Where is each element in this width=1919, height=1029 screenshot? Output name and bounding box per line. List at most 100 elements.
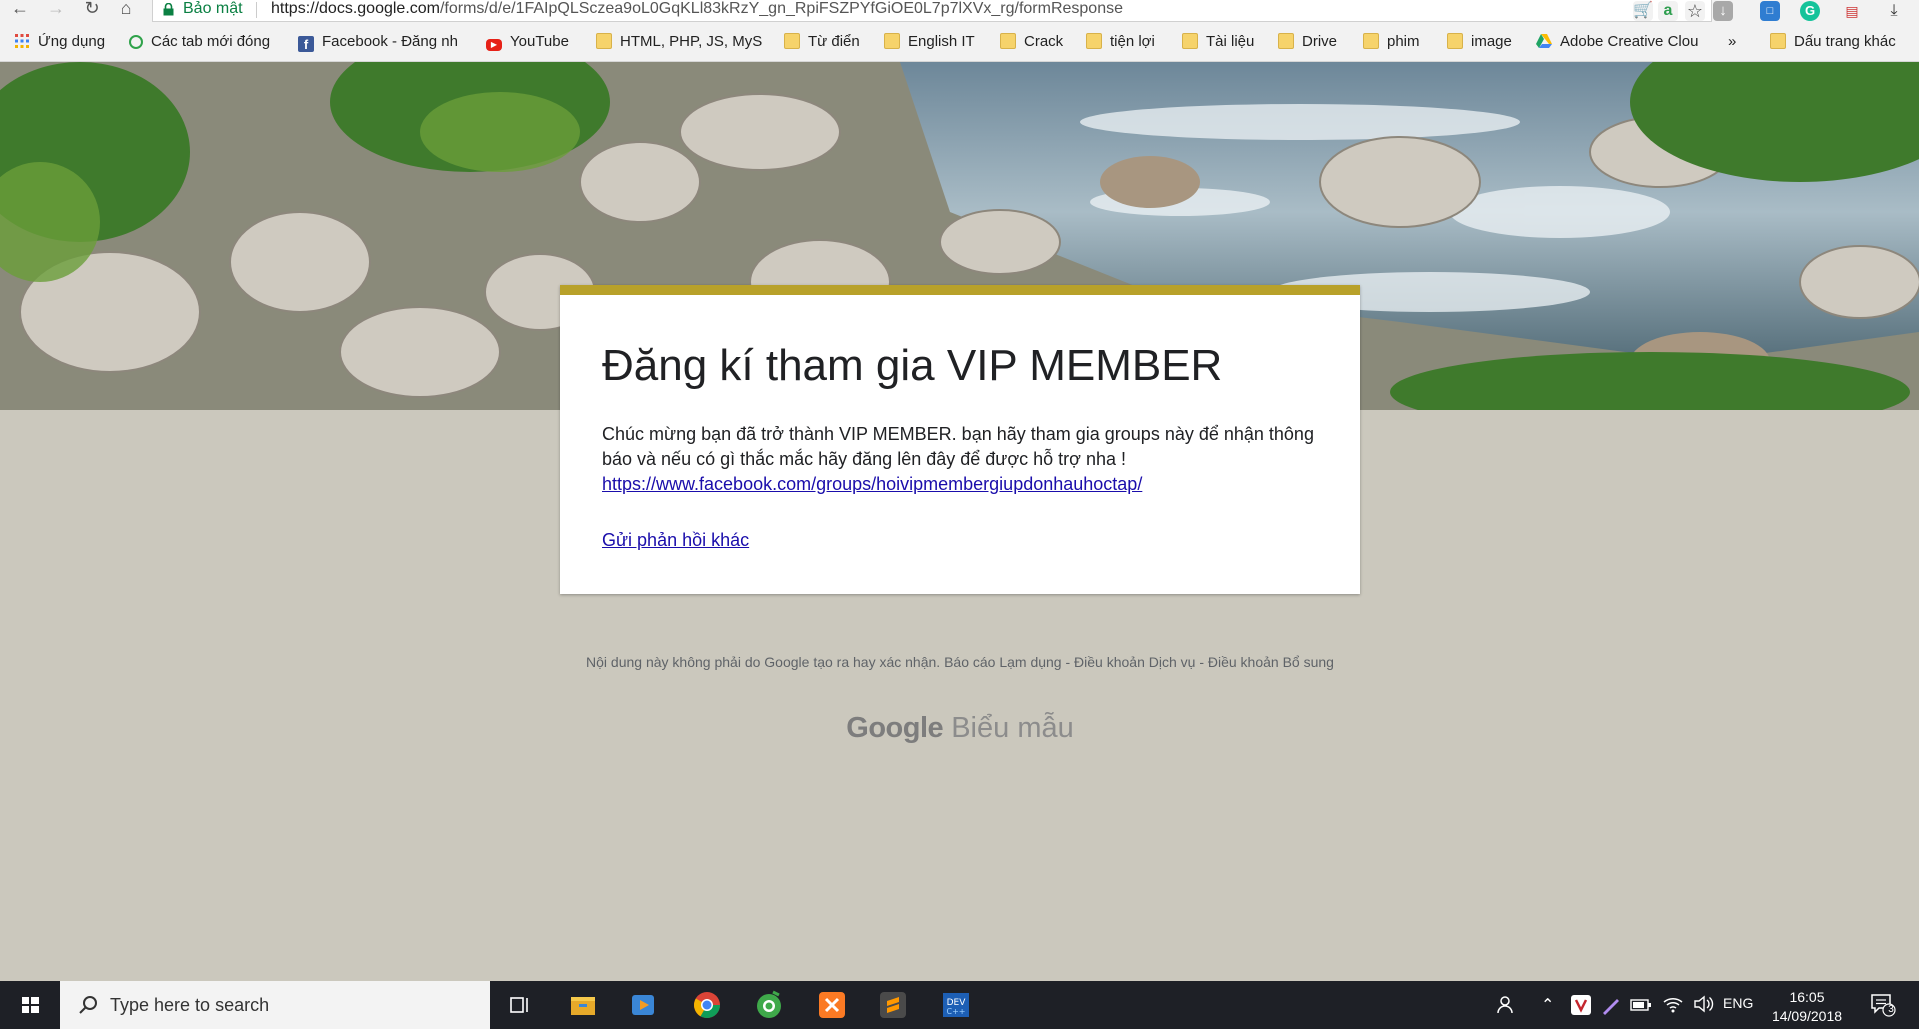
google-wordmark: Google	[846, 712, 944, 744]
bookmark-adobe[interactable]: Adobe Creative Clou	[1536, 32, 1708, 52]
bookmark-other[interactable]: Dấu trang khác	[1770, 32, 1896, 52]
bookmark-label: HTML, PHP, JS, MyS	[620, 33, 763, 50]
bookmark-folder[interactable]: English IT	[884, 32, 975, 52]
media-player-icon[interactable]	[627, 989, 659, 1021]
bookmark-label: YouTube	[510, 33, 569, 50]
secure-label: Bảo mật	[183, 0, 243, 17]
folder-icon	[884, 33, 900, 49]
vivaldi-tray-icon[interactable]	[1570, 994, 1592, 1016]
svg-text:C++: C++	[947, 1007, 966, 1016]
confirmation-text: Chúc mừng bạn đã trở thành VIP MEMBER. b…	[602, 424, 1314, 469]
disclaimer-text: Nội dung này không phải do Google tạo ra…	[586, 654, 1334, 670]
form-card: Đăng kí tham gia VIP MEMBER Chúc mừng bạ…	[560, 285, 1360, 594]
battery-icon[interactable]	[1630, 997, 1652, 1013]
taskbar: Type here to search DEV C++ ⌃ ENG 16:05 1…	[0, 981, 1919, 1029]
bookmark-folder[interactable]: Từ điển	[784, 32, 860, 52]
back-icon[interactable]: ←	[6, 0, 34, 22]
bookmark-label: phim	[1387, 33, 1420, 50]
bookmark-label: English IT	[908, 33, 975, 50]
bookmarks-overflow-button[interactable]: »	[1728, 32, 1736, 52]
search-placeholder: Type here to search	[110, 995, 270, 1015]
address-bar[interactable]: Bảo mật https://docs.google.com/forms/d/…	[152, 0, 1712, 22]
search-icon	[79, 996, 97, 1014]
folder-icon	[1182, 33, 1198, 49]
clock-time: 16:05	[1789, 989, 1825, 1005]
language-indicator[interactable]: ENG	[1723, 995, 1753, 1011]
cart-extension-icon[interactable]: 🛒	[1633, 1, 1653, 21]
windows-start-icon[interactable]	[0, 981, 60, 1029]
bookmark-label: Facebook - Đăng nh	[322, 33, 458, 50]
url-text: https://docs.google.com/forms/d/e/1FAIpQ…	[271, 0, 1123, 18]
bookmark-label: Adobe Creative Clou	[1560, 33, 1699, 50]
bookmark-label: Crack	[1024, 33, 1064, 50]
chrome-icon[interactable]	[691, 989, 723, 1021]
people-icon[interactable]	[1495, 993, 1519, 1017]
coccoc-icon[interactable]	[753, 989, 785, 1021]
home-icon[interactable]: ⌂	[112, 0, 140, 22]
bookmark-folder[interactable]: tiện lợi	[1086, 32, 1155, 52]
bookmark-label: Tài liệu	[1206, 33, 1255, 50]
bookmark-facebook[interactable]: f Facebook - Đăng nh	[298, 32, 470, 52]
form-title: Đăng kí tham gia VIP MEMBER	[602, 341, 1223, 390]
folder-icon	[1278, 33, 1294, 49]
lock-icon	[163, 3, 174, 16]
xampp-icon[interactable]	[816, 989, 848, 1021]
bookmark-label: Dấu trang khác	[1794, 33, 1896, 50]
sublime-text-icon[interactable]	[877, 989, 909, 1021]
clock-date: 14/09/2018	[1771, 1008, 1843, 1024]
bookmark-apps[interactable]: Ứng dụng	[14, 32, 105, 52]
calendar-extension-icon[interactable]: ▤	[1842, 1, 1862, 21]
dictionary-extension-icon[interactable]: a	[1658, 1, 1678, 21]
bookmark-folder[interactable]: Drive	[1278, 32, 1337, 52]
task-view-icon[interactable]	[504, 989, 536, 1021]
file-explorer-icon[interactable]	[567, 989, 599, 1021]
folder-icon	[1770, 33, 1786, 49]
wifi-icon[interactable]	[1662, 994, 1684, 1014]
volume-icon[interactable]	[1692, 994, 1714, 1014]
bookmark-youtube[interactable]: ▶ YouTube	[486, 32, 569, 52]
google-forms-logo: Google Biểu mẫu	[560, 712, 1360, 745]
folder-icon	[784, 33, 800, 49]
apps-grid-icon	[15, 34, 29, 48]
grammarly-icon[interactable]: G	[1800, 1, 1820, 21]
browser-toolbar: ← → ↻ ⌂ Bảo mật https://docs.google.com/…	[0, 0, 1919, 23]
bookmark-label: Từ điển	[808, 33, 860, 50]
chevron-up-icon[interactable]: ⌃	[1541, 995, 1554, 1015]
bookmark-label: tiện lợi	[1110, 33, 1155, 50]
pen-icon[interactable]	[1600, 994, 1622, 1016]
bookmarks-bar: Ứng dụng Các tab mới đóng f Facebook - Đă…	[0, 23, 1919, 62]
taskbar-search[interactable]: Type here to search	[60, 981, 490, 1029]
google-drive-icon	[1536, 34, 1552, 48]
bookmark-label: Drive	[1302, 33, 1338, 50]
bookmark-folder[interactable]: phim	[1363, 32, 1420, 52]
submit-another-link[interactable]: Gửi phản hồi khác	[602, 528, 749, 553]
forms-wordmark: Biểu mẫu	[951, 712, 1074, 744]
notification-count: 3	[1888, 1004, 1894, 1015]
clock[interactable]: 16:05 14/09/2018	[1752, 988, 1862, 1026]
folder-icon	[1447, 33, 1463, 49]
folder-icon	[596, 33, 612, 49]
recent-tabs-icon	[129, 35, 143, 49]
download-extension-icon[interactable]: ↓	[1713, 1, 1733, 21]
bookmark-label: image	[1471, 33, 1512, 50]
bookmark-folder[interactable]: Tài liệu	[1182, 32, 1254, 52]
folder-icon	[1363, 33, 1379, 49]
bookmark-folder[interactable]: HTML, PHP, JS, MyS	[596, 32, 766, 52]
bookmark-recent-tabs[interactable]: Các tab mới đóng	[129, 32, 270, 52]
star-icon[interactable]: ☆	[1685, 1, 1705, 21]
folder-icon	[1086, 33, 1102, 49]
bookmark-label: Ứng dụng	[38, 33, 106, 50]
bookmark-folder[interactable]: image	[1447, 32, 1512, 52]
reload-icon[interactable]: ↻	[78, 0, 106, 22]
bookmark-folder[interactable]: Crack	[1000, 32, 1063, 52]
facebook-icon: f	[298, 36, 314, 52]
devc-icon[interactable]: DEVC++	[940, 989, 972, 1021]
forward-icon[interactable]: →	[42, 0, 70, 22]
url-path: /forms/d/e/1FAIpQLSczea9oL0GqKLl83kRzY_g…	[439, 0, 1123, 17]
folder-icon	[1000, 33, 1016, 49]
facebook-group-link[interactable]: https://www.facebook.com/groups/hoivipme…	[602, 474, 1142, 494]
divider	[256, 2, 257, 18]
confirmation-message: Chúc mừng bạn đã trở thành VIP MEMBER. b…	[602, 422, 1322, 497]
extension-icon[interactable]: □	[1760, 1, 1780, 21]
download-icon[interactable]: ⤓	[1884, 1, 1904, 21]
